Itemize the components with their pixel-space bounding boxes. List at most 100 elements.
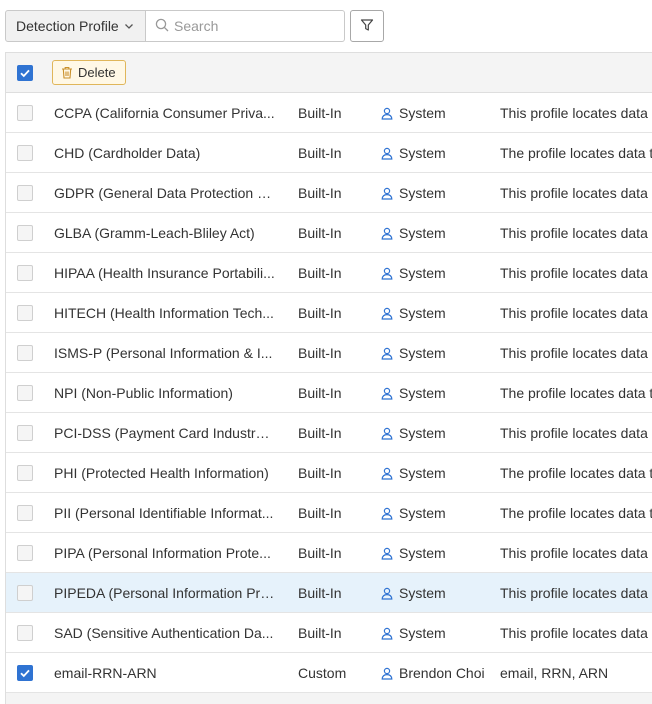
table-row[interactable]: PCI-DSS (Payment Card Industry ... Built… — [6, 413, 652, 453]
search-icon — [155, 18, 169, 35]
toolbar: Detection Profile — [5, 10, 384, 42]
user-icon — [381, 107, 393, 120]
user-icon — [381, 427, 393, 440]
profile-description: This profile locates data c — [500, 585, 652, 601]
row-checkbox[interactable] — [17, 265, 33, 281]
profile-type: Built-In — [298, 505, 342, 521]
row-checkbox[interactable] — [17, 465, 33, 481]
profile-owner: System — [381, 213, 493, 253]
table-row[interactable]: SAD (Sensitive Authentication Da... Buil… — [6, 613, 652, 653]
filter-button[interactable] — [350, 10, 384, 42]
owner-name: System — [399, 265, 446, 281]
table-row[interactable]: PIPA (Personal Information Prote... Buil… — [6, 533, 652, 573]
chevron-down-icon — [123, 20, 135, 32]
profile-owner: System — [381, 133, 493, 173]
table-row[interactable]: HIPAA (Health Insurance Portabili... Bui… — [6, 253, 652, 293]
trash-icon — [61, 66, 73, 79]
user-icon — [381, 587, 393, 600]
owner-name: System — [399, 225, 446, 241]
profile-type: Built-In — [298, 385, 342, 401]
select-all-checkbox[interactable] — [17, 65, 33, 81]
table-row[interactable]: PHI (Protected Health Information) Built… — [6, 453, 652, 493]
table-footer — [6, 693, 652, 704]
profile-description: This profile locates data c — [500, 345, 652, 361]
profile-owner: System — [381, 413, 493, 453]
profile-name: GLBA (Gramm-Leach-Bliley Act) — [54, 225, 255, 241]
table-row[interactable]: PIPEDA (Personal Information Pro... Buil… — [6, 573, 652, 613]
table-row[interactable]: CCPA (California Consumer Priva... Built… — [6, 93, 652, 133]
row-checkbox[interactable] — [17, 185, 33, 201]
profile-owner: System — [381, 533, 493, 573]
profile-type: Built-In — [298, 145, 342, 161]
row-checkbox[interactable] — [17, 585, 33, 601]
owner-name: System — [399, 305, 446, 321]
row-checkbox[interactable] — [17, 425, 33, 441]
profile-description: This profile locates data c — [500, 185, 652, 201]
profile-owner: System — [381, 293, 493, 333]
profile-type: Built-In — [298, 625, 342, 641]
profile-type: Built-In — [298, 305, 342, 321]
row-checkbox[interactable] — [17, 305, 33, 321]
profile-description: The profile locates data t — [500, 385, 652, 401]
row-checkbox[interactable] — [17, 225, 33, 241]
detection-profile-dropdown[interactable]: Detection Profile — [5, 10, 146, 42]
row-checkbox[interactable] — [17, 505, 33, 521]
profile-owner: System — [381, 453, 493, 493]
profile-description: This profile locates data c — [500, 425, 652, 441]
owner-name: System — [399, 345, 446, 361]
profile-name: HIPAA (Health Insurance Portabili... — [54, 265, 275, 281]
table-row[interactable]: GLBA (Gramm-Leach-Bliley Act) Built-In S… — [6, 213, 652, 253]
profile-name: PIPA (Personal Information Prote... — [54, 545, 271, 561]
row-checkbox[interactable] — [17, 625, 33, 641]
table-row[interactable]: NPI (Non-Public Information) Built-In Sy… — [6, 373, 652, 413]
profile-name: PII (Personal Identifiable Informat... — [54, 505, 274, 521]
user-icon — [381, 267, 393, 280]
profile-type: Built-In — [298, 465, 342, 481]
user-icon — [381, 147, 393, 160]
row-checkbox[interactable] — [17, 665, 33, 681]
row-checkbox[interactable] — [17, 105, 33, 121]
owner-name: System — [399, 585, 446, 601]
profile-description: The profile locates data t — [500, 505, 652, 521]
delete-label: Delete — [78, 65, 116, 80]
profile-owner: System — [381, 373, 493, 413]
profile-type: Custom — [298, 665, 347, 681]
profile-type: Built-In — [298, 585, 342, 601]
owner-name: System — [399, 385, 446, 401]
table-row[interactable]: GDPR (General Data Protection R... Built… — [6, 173, 652, 213]
profile-name: email-RRN-ARN — [54, 665, 157, 681]
user-icon — [381, 387, 393, 400]
profile-owner: System — [381, 333, 493, 373]
table-row[interactable]: ISMS-P (Personal Information & I... Buil… — [6, 333, 652, 373]
profile-owner: System — [381, 573, 493, 613]
table-row[interactable]: email-RRN-ARN Custom Brendon Choi email,… — [6, 653, 652, 693]
table-row[interactable]: HITECH (Health Information Tech... Built… — [6, 293, 652, 333]
search-input[interactable] — [174, 18, 334, 34]
profile-name: PHI (Protected Health Information) — [54, 465, 269, 481]
user-icon — [381, 507, 393, 520]
profile-type: Built-In — [298, 265, 342, 281]
profile-type: Built-In — [298, 225, 342, 241]
owner-name: System — [399, 465, 446, 481]
profile-owner: System — [381, 253, 493, 293]
profile-description: email, RRN, ARN — [500, 665, 609, 681]
profile-description: This profile locates data c — [500, 105, 652, 121]
owner-name: System — [399, 505, 446, 521]
row-checkbox[interactable] — [17, 385, 33, 401]
table-row[interactable]: CHD (Cardholder Data) Built-In System Th… — [6, 133, 652, 173]
bulk-action-bar: Delete — [6, 53, 652, 93]
user-icon — [381, 187, 393, 200]
user-icon — [381, 627, 393, 640]
profile-name: CCPA (California Consumer Priva... — [54, 105, 275, 121]
profile-type: Built-In — [298, 345, 342, 361]
table-row[interactable]: PII (Personal Identifiable Informat... B… — [6, 493, 652, 533]
row-checkbox[interactable] — [17, 545, 33, 561]
table-body: CCPA (California Consumer Priva... Built… — [6, 93, 652, 693]
row-checkbox[interactable] — [17, 145, 33, 161]
row-checkbox[interactable] — [17, 345, 33, 361]
checkmark-icon — [20, 669, 30, 678]
profile-name: GDPR (General Data Protection R... — [54, 185, 276, 201]
owner-name: System — [399, 625, 446, 641]
delete-button[interactable]: Delete — [52, 60, 126, 85]
profiles-table: Delete CCPA (California Consumer Priva..… — [5, 52, 652, 704]
